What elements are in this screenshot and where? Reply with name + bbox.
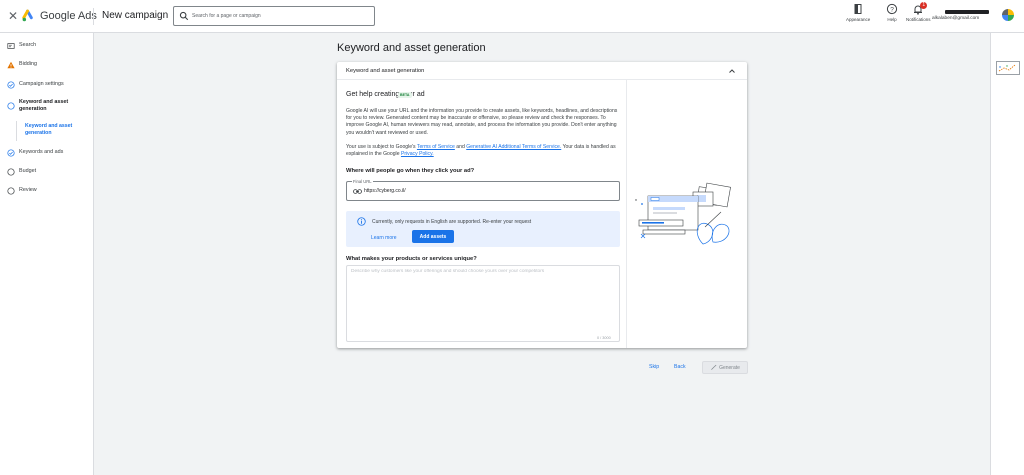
final-url-input[interactable] [364, 186, 614, 196]
sidebar-item-review[interactable]: Review [7, 187, 37, 195]
sidebar-item-keyword-and-asset-generation[interactable]: Keyword and asset generation [7, 99, 87, 113]
close-icon[interactable]: ✕ [8, 10, 18, 22]
right-rail [990, 33, 1024, 475]
google-ads-logo-icon [22, 9, 33, 22]
sidebar-item-label: Budget [19, 168, 37, 174]
card-header[interactable]: Keyword and asset generation [337, 62, 747, 80]
sidebar-item-label: Search [19, 42, 37, 48]
terms-text: Your use is subject to Google's Terms of… [346, 144, 622, 158]
back-button[interactable]: Back [674, 364, 686, 370]
terms-prefix: Your use is subject to Google's [346, 144, 417, 150]
empty-circle-icon [7, 187, 15, 195]
sidebar-item-label: Campaign settings [19, 81, 64, 87]
help-button[interactable]: ? Help [886, 3, 898, 22]
help-label: Help [887, 17, 897, 22]
chevron-up-icon[interactable] [727, 66, 737, 76]
substep-indicator [16, 121, 17, 141]
sidebar-item-label: Keyword and asset generation [19, 99, 69, 112]
link-icon [353, 189, 362, 194]
notifications-label: Notifications [906, 17, 931, 22]
card-title: Keyword and asset generation [346, 68, 425, 74]
learn-more-button[interactable]: Learn more [371, 235, 397, 241]
help-icon: ? [886, 3, 898, 15]
top-app-bar: ✕ Google Ads New campaign Appearance ? H… [0, 0, 1024, 33]
unique-textarea-box[interactable]: 0 / 3000 [346, 265, 620, 342]
unique-question: What makes your products or services uni… [346, 256, 477, 262]
check-circle-icon [7, 81, 15, 89]
column-divider [626, 80, 627, 348]
sidebar-item-search[interactable]: Search [7, 42, 36, 50]
empty-circle-icon [7, 168, 15, 176]
final-url-field[interactable]: Final URL [346, 179, 620, 201]
svg-text:?: ? [890, 6, 894, 13]
ai-illustration [635, 182, 731, 245]
campaign-steps-nav: Search Bidding Campaign settings Keyword… [0, 33, 94, 475]
unique-description-input[interactable] [351, 269, 615, 331]
notification-badge: 1 [920, 2, 928, 9]
avatar[interactable] [1002, 9, 1014, 21]
campaign-type-icon [7, 43, 15, 49]
info-icon [357, 217, 366, 226]
sidebar-item-label: Keywords and ads [19, 149, 64, 155]
url-question: Where will people go when they click you… [346, 168, 475, 174]
empty-circle-icon [7, 102, 15, 110]
beta-badge: BETA [398, 92, 412, 98]
search-box[interactable] [173, 6, 375, 26]
generate-label: Generate [719, 364, 740, 371]
appearance-label: Appearance [846, 17, 871, 22]
preview-thumbnail[interactable] [996, 61, 1020, 75]
preview-chart-icon [998, 64, 1016, 72]
sidebar-item-campaign-settings[interactable]: Campaign settings [7, 81, 64, 89]
sidebar-item-budget[interactable]: Budget [7, 168, 36, 176]
appearance-icon [854, 4, 862, 14]
page-heading: Keyword and asset generation [337, 42, 486, 54]
brand-name: Google Ads [40, 10, 97, 22]
sidebar-item-label: Review [19, 187, 37, 193]
sidebar-item-keywords-and-ads[interactable]: Keywords and ads [7, 149, 63, 157]
magic-wand-icon [711, 364, 717, 370]
gen-ai-terms-link[interactable]: Generative AI Additional Terms of Servic… [466, 144, 561, 150]
account-email: alkalaben@gmail.com [932, 16, 980, 21]
terms-and: and [454, 144, 467, 150]
skip-button[interactable]: Skip [649, 364, 659, 370]
header-divider [93, 8, 94, 25]
ai-disclaimer-text: Google AI will use your URL and the info… [346, 108, 618, 136]
keyword-asset-card: Keyword and asset generation Get help cr… [337, 62, 747, 348]
warning-icon [7, 61, 15, 69]
final-url-label: Final URL [352, 179, 373, 184]
help-title: Get help creating your ad [346, 91, 425, 98]
appearance-button[interactable]: Appearance [846, 3, 870, 22]
character-counter: 0 / 3000 [597, 336, 611, 340]
language-notice: Currently, only requests in English are … [346, 211, 620, 247]
sidebar-item-bidding[interactable]: Bidding [7, 61, 37, 69]
generate-button[interactable]: Generate [702, 361, 748, 374]
search-input[interactable] [192, 10, 370, 22]
search-icon [179, 11, 189, 21]
language-notice-text: Currently, only requests in English are … [372, 219, 532, 225]
page-title: New campaign [102, 10, 169, 21]
sidebar-item-label: Bidding [19, 61, 37, 67]
account-name-redacted [945, 10, 989, 14]
terms-of-service-link[interactable]: Terms of Service [417, 144, 455, 150]
sidebar-subitem-keyword-and-asset-generation[interactable]: Keyword and asset generation [25, 123, 87, 137]
add-assets-button[interactable]: Add assets [412, 230, 454, 243]
notifications-button[interactable]: 1 Notifications [906, 2, 931, 22]
privacy-policy-link[interactable]: Privacy Policy. [401, 151, 434, 157]
check-circle-icon [7, 149, 15, 157]
